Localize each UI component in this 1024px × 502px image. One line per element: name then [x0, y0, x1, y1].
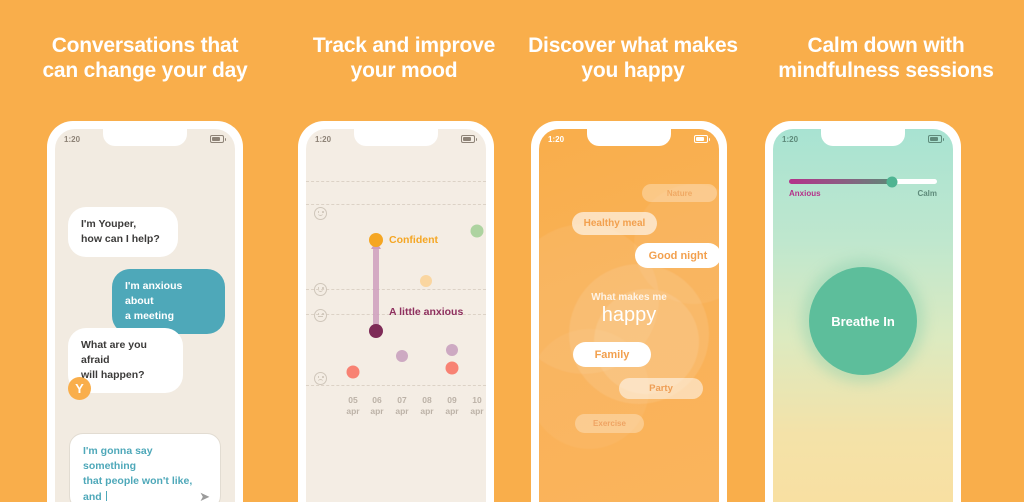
phone-notch: [821, 129, 905, 146]
chart-xtick: 10 apr: [470, 395, 483, 416]
chart-xtick: 05 apr: [346, 395, 359, 416]
phone-notch: [587, 129, 671, 146]
xtick-day: 07: [397, 395, 407, 405]
screen-happy: 1:20 Nature Healthy meal Good night What…: [539, 129, 719, 502]
chart-annotation-confident: Confident: [389, 234, 438, 246]
xtick-month: apr: [346, 405, 360, 416]
chart-gridline: [306, 385, 486, 386]
panel-breathe: Calm down with mindfulness sessions 1:20…: [748, 0, 1024, 502]
phone-mockup-chat: 1:20 I'm Youper, how can I help? I'm anx…: [47, 121, 243, 502]
status-clock: 1:20: [548, 134, 565, 144]
tag-label: Good night: [648, 249, 708, 262]
breathe-label: Breathe In: [831, 313, 895, 329]
panel-happy: Discover what makes you happy 1:20 Natur…: [518, 0, 748, 502]
xtick-day: 08: [422, 395, 432, 405]
phone-mockup-breathe: 1:20 Anxious Calm Breathe In: [765, 121, 961, 502]
mood-change-stem: [373, 247, 379, 330]
happy-subtitle: What makes me: [591, 292, 667, 303]
text-caret: [105, 490, 107, 501]
chart-point[interactable]: [445, 361, 459, 375]
happy-title: happy: [601, 304, 657, 326]
status-clock: 1:20: [782, 134, 799, 144]
avatar: Y: [68, 377, 91, 400]
phone-notch: [354, 129, 438, 146]
headline-conversations: Conversations that can change your day: [42, 34, 248, 82]
chart-xtick: 07 apr: [395, 395, 408, 416]
chart-point-confident[interactable]: [369, 233, 383, 247]
chart-point[interactable]: [420, 275, 432, 287]
face-flat-icon: [314, 309, 327, 322]
battery-icon: [210, 135, 226, 143]
tag-label: Party: [649, 383, 673, 394]
xtick-month: apr: [395, 405, 409, 416]
xtick-day: 05: [348, 395, 358, 405]
chart-gridline: [306, 204, 486, 205]
face-sad-icon: [314, 372, 327, 385]
breathe-circle-button[interactable]: Breathe In: [809, 267, 917, 375]
battery-icon: [928, 135, 944, 143]
xtick-month: apr: [370, 405, 384, 416]
chart-point[interactable]: [446, 344, 458, 356]
chart-point[interactable]: [470, 224, 484, 238]
panel-mood: Track and improve your mood 1:20 Confide…: [290, 0, 518, 502]
chart-point-anxious[interactable]: [369, 324, 383, 338]
xtick-day: 06: [372, 395, 382, 405]
tag-label: Nature: [666, 188, 693, 198]
phone-mockup-happy: 1:20 Nature Healthy meal Good night What…: [531, 121, 727, 502]
headline-mood: Track and improve your mood: [312, 34, 496, 82]
chart-gridline: [306, 181, 486, 182]
chart-xtick: 06 apr: [370, 395, 383, 416]
mood-slider-track[interactable]: [789, 179, 937, 184]
chart-point[interactable]: [396, 350, 408, 362]
chart-point[interactable]: [346, 365, 360, 379]
slider-label-anxious: Anxious: [789, 189, 821, 198]
tag-label: Exercise: [593, 419, 626, 428]
battery-icon: [461, 135, 477, 143]
screen-chat: 1:20 I'm Youper, how can I help? I'm anx…: [55, 129, 235, 502]
xtick-day: 09: [447, 395, 457, 405]
chat-input-text[interactable]: I'm gonna say something that people won'…: [83, 444, 207, 502]
tag-pill-good-night[interactable]: Good night: [635, 243, 719, 268]
tag-pill-exercise[interactable]: Exercise: [575, 414, 644, 433]
status-clock: 1:20: [64, 134, 81, 144]
tag-pill-family[interactable]: Family: [573, 342, 651, 367]
chart-xtick: 09 apr: [445, 395, 458, 416]
chat-bubble-user-1: I'm anxious about a meeting: [112, 269, 225, 334]
tag-pill-healthy-meal[interactable]: Healthy meal: [572, 212, 657, 235]
headline-breathe: Calm down with mindfulness sessions: [778, 34, 994, 82]
chat-bubble-bot-1: I'm Youper, how can I help?: [68, 207, 178, 257]
tag-label: Family: [594, 348, 630, 361]
tag-pill-nature[interactable]: Nature: [642, 184, 717, 202]
slider-label-calm: Calm: [917, 189, 937, 198]
face-happy-icon: [314, 207, 327, 220]
phone-notch: [103, 129, 187, 146]
send-arrow-icon[interactable]: ➤: [199, 490, 210, 502]
screen-mood: 1:20 Confident A little anxious 05 apr 0…: [306, 129, 486, 502]
marketing-screenshot-strip: Conversations that can change your day 1…: [0, 0, 1024, 502]
chart-xtick: 08 apr: [420, 395, 433, 416]
tag-pill-party[interactable]: Party: [619, 378, 703, 399]
status-clock: 1:20: [315, 134, 332, 144]
chat-composer[interactable]: I'm gonna say something that people won'…: [69, 433, 221, 502]
face-neutral-smile-icon: [314, 283, 327, 296]
panel-conversations: Conversations that can change your day 1…: [0, 0, 290, 502]
screen-breathe: 1:20 Anxious Calm Breathe In: [773, 129, 953, 502]
xtick-month: apr: [420, 405, 434, 416]
xtick-day: 10: [472, 395, 482, 405]
chat-input-value: I'm gonna say something that people won'…: [83, 445, 193, 502]
mood-slider-thumb[interactable]: [886, 176, 898, 187]
xtick-month: apr: [445, 405, 459, 416]
phone-mockup-mood: 1:20 Confident A little anxious 05 apr 0…: [298, 121, 494, 502]
chart-gridline: [306, 289, 486, 290]
chart-annotation-anxious: A little anxious: [389, 306, 464, 318]
headline-happy: Discover what makes you happy: [528, 34, 738, 82]
battery-icon: [694, 135, 710, 143]
tag-label: Healthy meal: [583, 218, 646, 229]
xtick-month: apr: [470, 405, 484, 416]
